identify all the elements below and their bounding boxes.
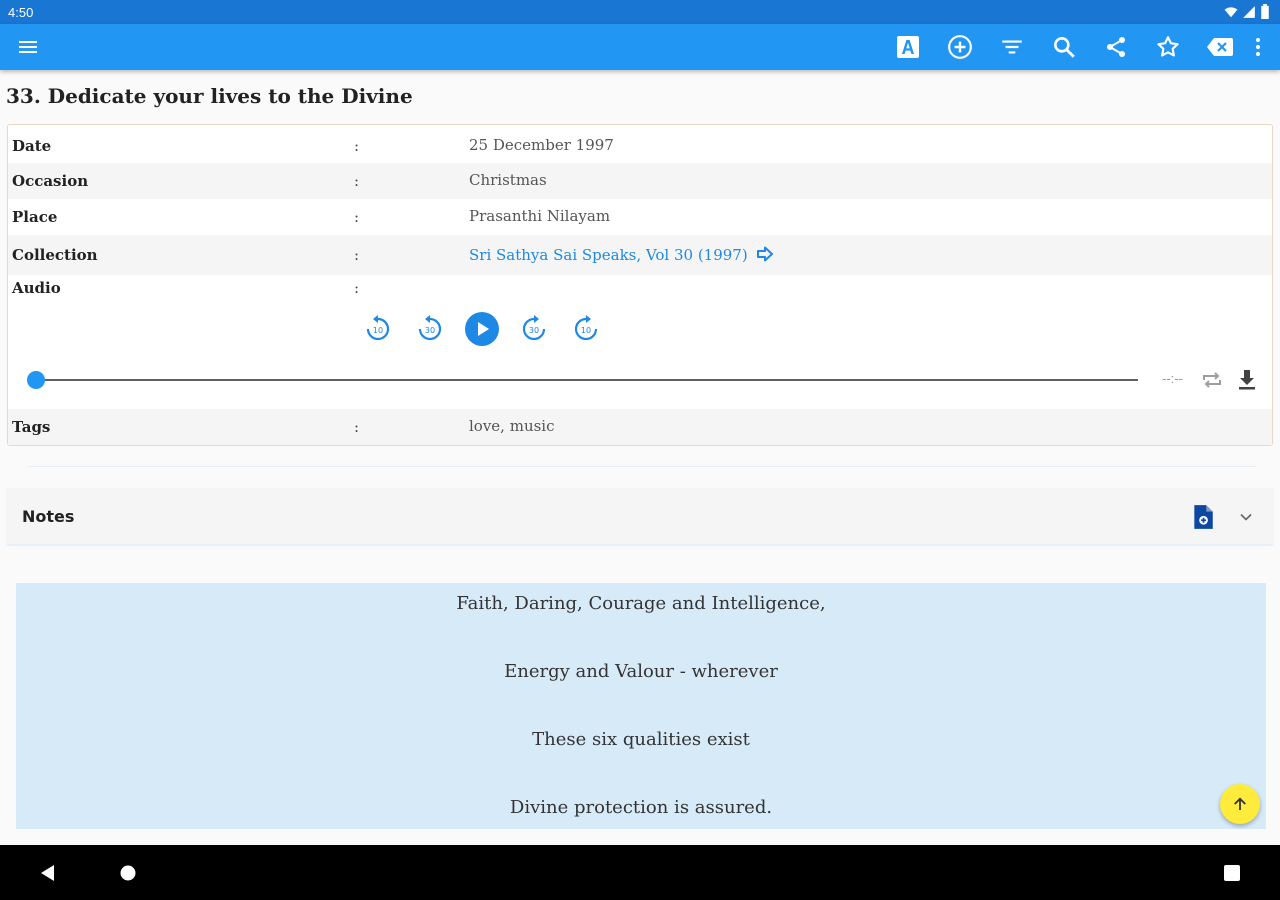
scroll-to-top-button[interactable] xyxy=(1220,784,1260,824)
tags-label: Tags xyxy=(12,418,51,436)
collection-link-text: Sri Sathya Sai Speaks, Vol 30 (1997) xyxy=(469,246,748,264)
replay-30-icon: 30 xyxy=(418,315,442,341)
notes-label: Notes xyxy=(22,507,75,526)
add-circle-icon[interactable] xyxy=(934,24,986,70)
quote-line: Divine protection is assured. xyxy=(509,797,773,818)
skip-label: 10 xyxy=(581,326,591,335)
menu-icon[interactable] xyxy=(16,35,40,59)
forward-30-icon: 30 xyxy=(522,315,546,341)
row-occasion: Occasion : Christmas xyxy=(8,163,1272,199)
collection-label: Collection xyxy=(12,246,98,264)
quote-line: Energy and Valour - wherever xyxy=(504,661,778,682)
status-bar: 4:50 xyxy=(0,0,1280,24)
quote-line: These six qualities exist xyxy=(532,729,750,750)
skip-label: 30 xyxy=(425,326,435,335)
colon: : xyxy=(354,246,360,264)
note-file-icon[interactable] xyxy=(1192,504,1214,534)
row-place: Place : Prasanthi Nilayam xyxy=(8,199,1272,235)
arrow-up-icon xyxy=(1234,797,1246,810)
date-value: 25 December 1997 xyxy=(469,136,614,154)
skip-label: 10 xyxy=(373,326,383,335)
seek-bar-track[interactable] xyxy=(36,379,1138,381)
arrow-right-icon xyxy=(756,246,774,266)
row-collection: Collection : Sri Sathya Sai Speaks, Vol … xyxy=(8,235,1272,275)
occasion-label: Occasion xyxy=(12,172,89,190)
chevron-down-icon[interactable] xyxy=(1236,507,1256,531)
play-button[interactable] xyxy=(456,311,508,347)
signal-icon xyxy=(1243,5,1255,18)
nav-back-icon[interactable] xyxy=(18,845,78,900)
app-toolbar xyxy=(0,24,1280,70)
download-icon[interactable] xyxy=(1236,368,1258,396)
font-size-icon[interactable] xyxy=(882,24,934,70)
play-icon xyxy=(465,312,499,346)
nav-recents-icon[interactable] xyxy=(1202,845,1262,900)
audio-label: Audio xyxy=(12,279,61,297)
battery-icon xyxy=(1261,4,1269,19)
colon: : xyxy=(354,208,360,226)
rewind-10-button[interactable]: 10 xyxy=(352,311,404,347)
colon: : xyxy=(354,172,360,190)
seek-bar-thumb[interactable] xyxy=(27,371,45,389)
nav-home-icon[interactable] xyxy=(98,845,158,900)
page-title: 33. Dedicate your lives to the Divine xyxy=(6,84,413,108)
forward-30-button[interactable]: 30 xyxy=(508,311,560,347)
clear-icon[interactable] xyxy=(1194,24,1246,70)
discourse-info-table: Date : 25 December 1997 Occasion : Chris… xyxy=(7,124,1273,446)
colon: : xyxy=(354,418,360,436)
colon: : xyxy=(354,279,360,297)
audio-time: --:-- xyxy=(1162,371,1183,386)
place-label: Place xyxy=(12,208,58,226)
repeat-icon[interactable] xyxy=(1200,368,1224,396)
search-icon[interactable] xyxy=(1038,24,1090,70)
row-tags: Tags : love, music xyxy=(8,409,1272,445)
star-icon[interactable] xyxy=(1142,24,1194,70)
row-audio: Audio : xyxy=(8,277,1272,301)
share-icon[interactable] xyxy=(1090,24,1142,70)
rewind-30-button[interactable]: 30 xyxy=(404,311,456,347)
system-icons xyxy=(1224,4,1270,19)
tags-value: love, music xyxy=(469,417,555,435)
forward-10-icon: 10 xyxy=(574,315,598,341)
status-time: 4:50 xyxy=(8,5,34,20)
audio-controls: 10 30 30 10 xyxy=(352,311,612,347)
quote-block: Faith, Daring, Courage and Intelligence,… xyxy=(16,583,1266,829)
quote-line: Faith, Daring, Courage and Intelligence, xyxy=(456,593,826,614)
replay-10-icon: 10 xyxy=(366,315,390,341)
occasion-value: Christmas xyxy=(469,171,547,189)
row-date: Date : 25 December 1997 xyxy=(8,133,1272,161)
notes-panel[interactable]: Notes xyxy=(6,488,1274,546)
wifi-icon xyxy=(1224,6,1238,17)
system-nav-bar xyxy=(0,845,1280,900)
skip-label: 30 xyxy=(529,326,539,335)
colon: : xyxy=(354,137,360,155)
date-label: Date xyxy=(12,137,52,155)
forward-10-button[interactable]: 10 xyxy=(560,311,612,347)
filter-icon[interactable] xyxy=(986,24,1038,70)
more-vert-icon[interactable] xyxy=(1246,24,1270,70)
divider xyxy=(28,466,1256,467)
place-value: Prasanthi Nilayam xyxy=(469,207,611,225)
collection-link[interactable]: Sri Sathya Sai Speaks, Vol 30 (1997) xyxy=(469,246,774,266)
